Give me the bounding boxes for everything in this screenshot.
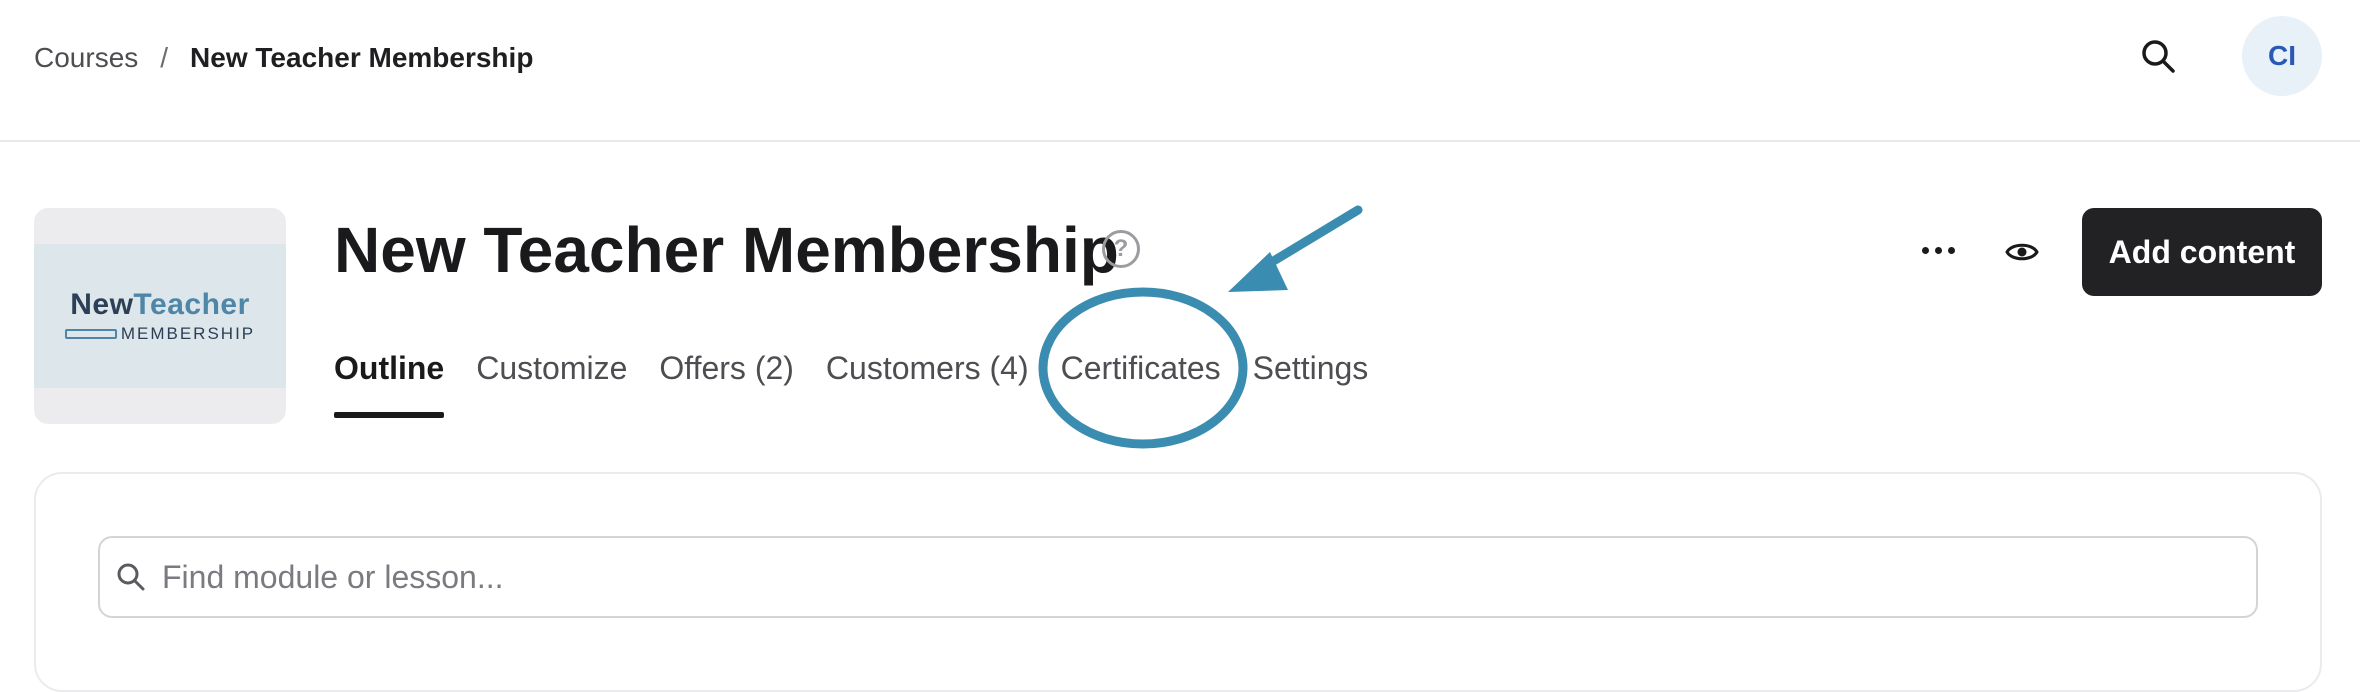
search-icon [117, 563, 145, 591]
preview-button[interactable] [2000, 230, 2044, 274]
breadcrumb-courses-link[interactable]: Courses [34, 42, 138, 74]
pencil-icon [64, 329, 117, 339]
tab-certificates[interactable]: Certificates [1061, 340, 1221, 418]
logo-text-new: New [70, 288, 134, 321]
tab-customers[interactable]: Customers (4) [826, 340, 1029, 418]
search-button[interactable] [2136, 34, 2180, 78]
annotation-arrow-head [1228, 252, 1288, 292]
tab-customize[interactable]: Customize [476, 340, 627, 418]
user-avatar[interactable]: CI [2242, 16, 2322, 96]
top-bar: Courses / New Teacher Membership CI [0, 0, 2360, 142]
page-title: New Teacher Membership [334, 214, 1119, 286]
more-horizontal-icon [1921, 246, 1929, 254]
breadcrumb-separator: / [160, 42, 169, 73]
course-logo: NewTeacher MEMBERSHIP [34, 244, 286, 388]
more-options-button[interactable] [1916, 228, 1960, 272]
course-thumbnail: NewTeacher MEMBERSHIP [34, 208, 286, 424]
tab-offers[interactable]: Offers (2) [659, 340, 794, 418]
add-content-button[interactable]: Add content [2082, 208, 2322, 296]
module-search-input[interactable] [160, 557, 2164, 597]
breadcrumb-current: New Teacher Membership [190, 42, 534, 73]
course-tabs: Outline Customize Offers (2) Customers (… [334, 340, 1400, 420]
help-circle-icon[interactable]: ? [1102, 230, 1140, 268]
annotation-arrow-shaft [1257, 205, 1363, 273]
search-icon [2142, 40, 2175, 73]
module-search-box[interactable] [98, 536, 2258, 618]
eye-icon [2005, 243, 2039, 261]
tab-settings[interactable]: Settings [1253, 340, 1369, 418]
logo-text-teacher: Teacher [133, 288, 250, 321]
breadcrumb: Courses / New Teacher Membership [34, 38, 533, 78]
logo-text-membership: MEMBERSHIP [120, 324, 256, 343]
tab-outline[interactable]: Outline [334, 340, 445, 418]
